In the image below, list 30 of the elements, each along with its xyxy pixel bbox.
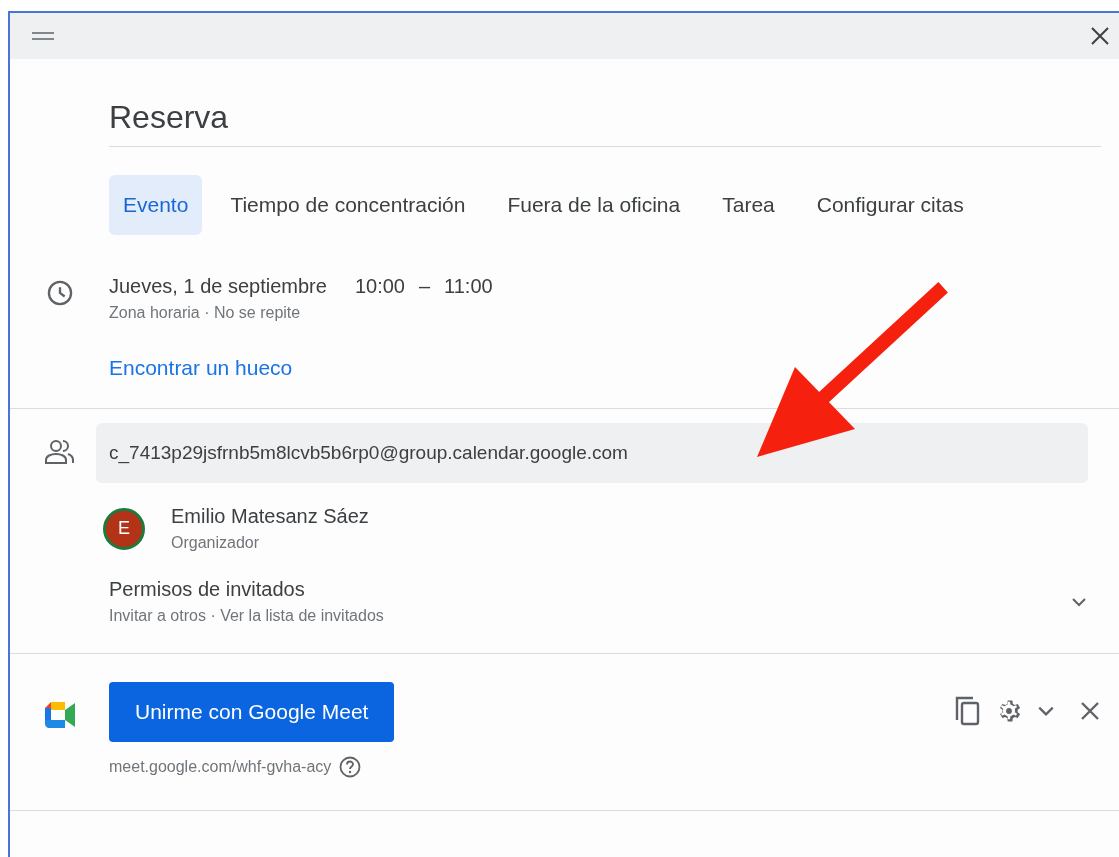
event-type-tab[interactable]: Fuera de la oficina [493,175,695,235]
event-type-tab[interactable]: Evento [109,175,203,235]
guest-input-field[interactable]: c_7413p29jsfrnb5m8lcvb5b6rp0@group.calendar.google.com [96,423,1088,483]
meet-link[interactable]: meet.google.com/whf-gvha-acy [109,758,332,776]
event-date[interactable]: Jueves, 1 de septiembre [109,275,327,298]
time-separator: – [418,275,431,298]
remove-icon[interactable] [1079,700,1101,722]
event-type-tab[interactable]: Tarea [708,175,789,235]
event-type-tab[interactable]: Configurar citas [802,175,978,235]
expand-chevron-icon[interactable] [1071,596,1087,607]
organizer-avatar: E [103,507,145,550]
event-type-tab[interactable]: Tiempo de concentración [216,175,480,235]
organizer-name: Emilio Matesanz Sáez [171,505,369,527]
copy-icon[interactable] [955,696,981,726]
guest-permissions-details: Invitar a otros · Ver la lista de invitados [109,607,384,625]
people-icon [44,439,75,465]
organizer-role: Organizador [171,534,261,552]
video-camera-icon [44,702,75,728]
time-details: Zona horaria · No se repite [109,304,302,322]
chevron-down-icon[interactable] [1037,705,1055,717]
guest-permissions-title[interactable]: Permisos de invitados [109,578,305,600]
find-time-link[interactable]: Encontrar un hueco [109,356,293,380]
drag-handle-icon[interactable] [32,32,54,40]
clock-icon [45,279,74,307]
end-time[interactable]: 11:00 [444,275,493,298]
close-icon[interactable] [1089,25,1111,47]
start-time[interactable]: 10:00 [354,275,405,298]
event-title[interactable]: Reserva [109,59,1101,147]
help-icon[interactable] [339,756,362,778]
join-meet-button[interactable]: Unirme con Google Meet [109,682,395,742]
